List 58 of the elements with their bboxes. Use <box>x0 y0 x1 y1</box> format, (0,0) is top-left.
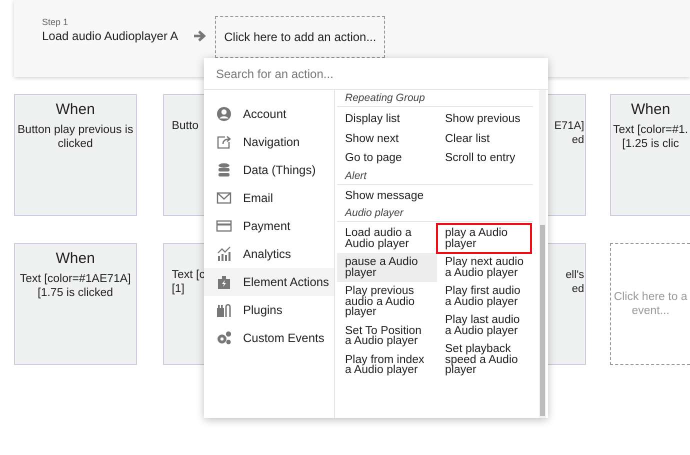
category-item[interactable]: Account <box>204 100 334 128</box>
action-item[interactable]: Load audio a Audio player <box>337 224 437 253</box>
card-title: When <box>56 103 95 117</box>
card-text: clicked <box>58 137 93 151</box>
card-title: When <box>630 103 670 117</box>
action-item[interactable]: Play from index a Audio player <box>337 350 437 380</box>
category-item[interactable]: Analytics <box>204 240 334 268</box>
action-item[interactable]: pause a Audio player <box>337 253 437 282</box>
card-text: Text [color=#1AE71A] <box>20 272 131 286</box>
section-heading: Repeating Group <box>337 90 533 107</box>
action-item[interactable]: play a Audio player <box>437 224 531 253</box>
share-icon <box>216 134 232 150</box>
section-heading: Audio player <box>337 205 533 222</box>
card-text: Butto <box>172 119 200 133</box>
card-text: [1] <box>172 282 186 296</box>
person-icon <box>216 106 232 122</box>
category-item[interactable]: Data (Things) <box>204 156 334 184</box>
category-item[interactable]: Payment <box>204 212 334 240</box>
action-item[interactable]: Play previous audio a Audio player <box>337 282 437 322</box>
card-icon <box>216 218 232 234</box>
action-item[interactable]: Display list <box>337 109 437 128</box>
card-text: E71A] <box>554 119 584 133</box>
action-item[interactable]: Play next audio a Audio player <box>437 253 537 282</box>
card-text: event... <box>632 304 670 318</box>
action-item[interactable]: Clear list <box>437 128 537 148</box>
category-item[interactable]: Email <box>204 184 334 212</box>
section-heading: Alert <box>337 168 533 184</box>
category-item[interactable]: Element Actions <box>204 268 334 296</box>
step-action[interactable]: Load audio Audioplayer A <box>42 29 178 43</box>
card-text: ed <box>572 133 584 147</box>
card-text: Click here to a <box>614 290 688 304</box>
card-text: Button play previous is <box>18 123 134 137</box>
arrow-right-icon <box>193 29 208 43</box>
plug-icon <box>216 302 232 318</box>
action-item[interactable]: Go to page <box>337 148 437 168</box>
card-title: When <box>56 252 95 266</box>
action-item[interactable]: Show message <box>337 186 437 205</box>
action-item[interactable]: Set To Position a Audio player <box>337 322 437 350</box>
envelope-icon <box>216 190 232 206</box>
card-text: [1.25 is clic <box>622 137 680 151</box>
scrollbar[interactable] <box>539 90 546 418</box>
database-icon <box>216 162 232 178</box>
category-item[interactable]: Navigation <box>204 128 334 156</box>
action-item[interactable]: Set playback speed a Audio player <box>437 340 537 380</box>
step-label: Step 1 <box>42 17 70 27</box>
card-text: ell's <box>566 268 584 282</box>
card-text: Text [color=#1. <box>613 123 688 137</box>
action-item[interactable]: Play first audio a Audio player <box>437 282 537 311</box>
action-item[interactable]: Show previous <box>437 109 537 128</box>
action-item[interactable]: Play last audio a Audio player <box>437 311 537 340</box>
action-item[interactable]: Scroll to entry <box>437 148 537 168</box>
chart-icon <box>216 246 232 262</box>
card-text: [1.75 is clicked <box>38 286 114 300</box>
category-item[interactable]: Custom Events <box>204 324 334 352</box>
card-text: ed <box>572 282 584 296</box>
category-item[interactable]: Plugins <box>204 296 334 324</box>
search-field[interactable]: Search for an action... <box>204 58 548 90</box>
action-item[interactable]: Show next <box>337 128 437 148</box>
